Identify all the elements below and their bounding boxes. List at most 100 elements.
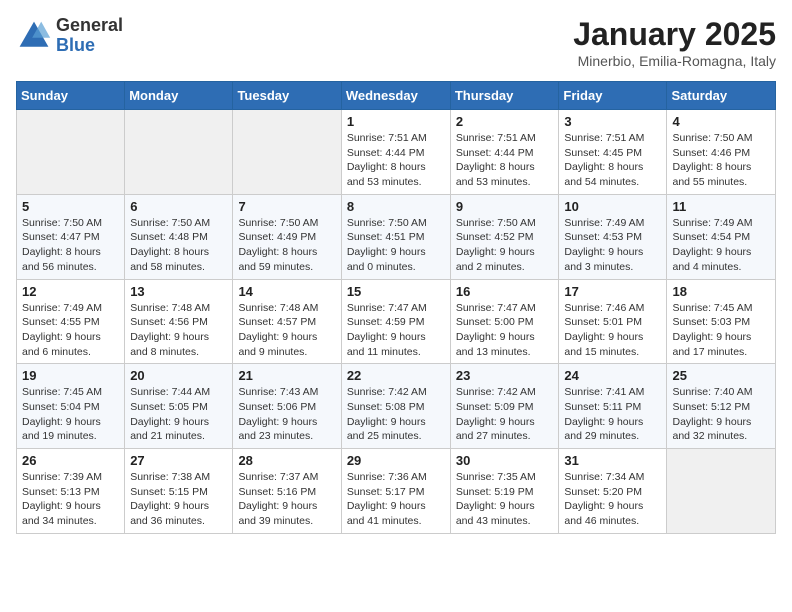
day-number: 17: [564, 284, 661, 299]
calendar-cell: [233, 110, 341, 195]
day-info: Sunrise: 7:51 AM Sunset: 4:44 PM Dayligh…: [456, 131, 554, 190]
calendar-cell: 10Sunrise: 7:49 AM Sunset: 4:53 PM Dayli…: [559, 194, 667, 279]
day-info: Sunrise: 7:40 AM Sunset: 5:12 PM Dayligh…: [672, 385, 770, 444]
calendar-title: January 2025: [573, 16, 776, 53]
day-number: 23: [456, 368, 554, 383]
calendar-cell: 27Sunrise: 7:38 AM Sunset: 5:15 PM Dayli…: [125, 449, 233, 534]
day-info: Sunrise: 7:45 AM Sunset: 5:04 PM Dayligh…: [22, 385, 119, 444]
calendar-cell: 20 Sunrise: 7:44 AM Sunset: 5:05 PM Dayli…: [125, 364, 233, 449]
day-number: 13: [130, 284, 227, 299]
calendar-week-row: 5 Sunrise: 7:50 AM Sunset: 4:47 PM Daylig…: [17, 194, 776, 279]
day-number: 5: [22, 199, 119, 214]
title-block: January 2025 Minerbio, Emilia-Romagna, I…: [573, 16, 776, 69]
weekday-header: Saturday: [667, 82, 776, 110]
day-number: 31: [564, 453, 661, 468]
weekday-header: Thursday: [450, 82, 559, 110]
calendar-table: SundayMondayTuesdayWednesdayThursdayFrid…: [16, 81, 776, 534]
calendar-cell: 31 Sunrise: 7:34 AM Sunset: 5:20 PM Dayli…: [559, 449, 667, 534]
day-number: 18: [672, 284, 770, 299]
weekday-header: Wednesday: [341, 82, 450, 110]
calendar-cell: 29 Sunrise: 7:36 AM Sunset: 5:17 PM Dayli…: [341, 449, 450, 534]
calendar-cell: 18 Sunrise: 7:45 AM Sunset: 5:03 PM Dayli…: [667, 279, 776, 364]
day-number: 1: [347, 114, 445, 129]
calendar-cell: 12 Sunrise: 7:49 AM Sunset: 4:55 PM Dayli…: [17, 279, 125, 364]
day-info: Sunrise: 7:44 AM Sunset: 5:05 PM Dayligh…: [130, 385, 227, 444]
day-number: 14: [238, 284, 335, 299]
day-number: 8: [347, 199, 445, 214]
day-info: Sunrise: 7:50 AM Sunset: 4:51 PM Dayligh…: [347, 216, 445, 275]
day-number: 29: [347, 453, 445, 468]
day-info: Sunrise: 7:45 AM Sunset: 5:03 PM Dayligh…: [672, 301, 770, 360]
logo-text: General Blue: [56, 16, 123, 56]
logo: General Blue: [16, 16, 123, 56]
calendar-cell: 26Sunrise: 7:39 AM Sunset: 5:13 PM Dayli…: [17, 449, 125, 534]
calendar-cell: 14Sunrise: 7:48 AM Sunset: 4:57 PM Dayli…: [233, 279, 341, 364]
calendar-week-row: 26Sunrise: 7:39 AM Sunset: 5:13 PM Dayli…: [17, 449, 776, 534]
calendar-cell: 5 Sunrise: 7:50 AM Sunset: 4:47 PM Daylig…: [17, 194, 125, 279]
day-number: 24: [564, 368, 661, 383]
weekday-header: Monday: [125, 82, 233, 110]
calendar-cell: 30 Sunrise: 7:35 AM Sunset: 5:19 PM Dayli…: [450, 449, 559, 534]
day-info: Sunrise: 7:47 AM Sunset: 5:00 PM Dayligh…: [456, 301, 554, 360]
calendar-subtitle: Minerbio, Emilia-Romagna, Italy: [573, 53, 776, 69]
calendar-cell: 8 Sunrise: 7:50 AM Sunset: 4:51 PM Daylig…: [341, 194, 450, 279]
logo-general-text: General: [56, 16, 123, 36]
calendar-cell: 28Sunrise: 7:37 AM Sunset: 5:16 PM Dayli…: [233, 449, 341, 534]
calendar-cell: [667, 449, 776, 534]
day-info: Sunrise: 7:51 AM Sunset: 4:44 PM Dayligh…: [347, 131, 445, 190]
calendar-cell: 17 Sunrise: 7:46 AM Sunset: 5:01 PM Dayli…: [559, 279, 667, 364]
page-header: General Blue January 2025 Minerbio, Emil…: [16, 16, 776, 69]
day-info: Sunrise: 7:43 AM Sunset: 5:06 PM Dayligh…: [238, 385, 335, 444]
day-info: Sunrise: 7:34 AM Sunset: 5:20 PM Dayligh…: [564, 470, 661, 529]
day-info: Sunrise: 7:50 AM Sunset: 4:47 PM Dayligh…: [22, 216, 119, 275]
calendar-cell: [17, 110, 125, 195]
day-number: 25: [672, 368, 770, 383]
day-info: Sunrise: 7:49 AM Sunset: 4:55 PM Dayligh…: [22, 301, 119, 360]
day-info: Sunrise: 7:36 AM Sunset: 5:17 PM Dayligh…: [347, 470, 445, 529]
calendar-week-row: 19Sunrise: 7:45 AM Sunset: 5:04 PM Dayli…: [17, 364, 776, 449]
day-info: Sunrise: 7:37 AM Sunset: 5:16 PM Dayligh…: [238, 470, 335, 529]
day-info: Sunrise: 7:48 AM Sunset: 4:56 PM Dayligh…: [130, 301, 227, 360]
day-number: 9: [456, 199, 554, 214]
calendar-cell: 21 Sunrise: 7:43 AM Sunset: 5:06 PM Dayli…: [233, 364, 341, 449]
day-info: Sunrise: 7:42 AM Sunset: 5:08 PM Dayligh…: [347, 385, 445, 444]
day-info: Sunrise: 7:50 AM Sunset: 4:52 PM Dayligh…: [456, 216, 554, 275]
calendar-cell: [125, 110, 233, 195]
day-number: 30: [456, 453, 554, 468]
logo-icon: [16, 18, 52, 54]
calendar-cell: 7 Sunrise: 7:50 AM Sunset: 4:49 PM Daylig…: [233, 194, 341, 279]
day-number: 20: [130, 368, 227, 383]
calendar-cell: 9 Sunrise: 7:50 AM Sunset: 4:52 PM Daylig…: [450, 194, 559, 279]
day-info: Sunrise: 7:47 AM Sunset: 4:59 PM Dayligh…: [347, 301, 445, 360]
calendar-cell: 4Sunrise: 7:50 AM Sunset: 4:46 PM Daylig…: [667, 110, 776, 195]
day-number: 4: [672, 114, 770, 129]
calendar-week-row: 1 Sunrise: 7:51 AM Sunset: 4:44 PM Daylig…: [17, 110, 776, 195]
day-info: Sunrise: 7:35 AM Sunset: 5:19 PM Dayligh…: [456, 470, 554, 529]
day-info: Sunrise: 7:50 AM Sunset: 4:49 PM Dayligh…: [238, 216, 335, 275]
day-number: 7: [238, 199, 335, 214]
day-number: 3: [564, 114, 661, 129]
weekday-header-row: SundayMondayTuesdayWednesdayThursdayFrid…: [17, 82, 776, 110]
day-info: Sunrise: 7:49 AM Sunset: 4:54 PM Dayligh…: [672, 216, 770, 275]
day-info: Sunrise: 7:46 AM Sunset: 5:01 PM Dayligh…: [564, 301, 661, 360]
calendar-cell: 11Sunrise: 7:49 AM Sunset: 4:54 PM Dayli…: [667, 194, 776, 279]
day-number: 21: [238, 368, 335, 383]
calendar-cell: 16Sunrise: 7:47 AM Sunset: 5:00 PM Dayli…: [450, 279, 559, 364]
day-number: 2: [456, 114, 554, 129]
calendar-cell: 6Sunrise: 7:50 AM Sunset: 4:48 PM Daylig…: [125, 194, 233, 279]
calendar-week-row: 12 Sunrise: 7:49 AM Sunset: 4:55 PM Dayli…: [17, 279, 776, 364]
day-number: 12: [22, 284, 119, 299]
calendar-cell: 15 Sunrise: 7:47 AM Sunset: 4:59 PM Dayli…: [341, 279, 450, 364]
day-info: Sunrise: 7:51 AM Sunset: 4:45 PM Dayligh…: [564, 131, 661, 190]
calendar-cell: 1 Sunrise: 7:51 AM Sunset: 4:44 PM Daylig…: [341, 110, 450, 195]
day-number: 15: [347, 284, 445, 299]
logo-blue-text: Blue: [56, 36, 123, 56]
calendar-cell: 23Sunrise: 7:42 AM Sunset: 5:09 PM Dayli…: [450, 364, 559, 449]
calendar-cell: 22Sunrise: 7:42 AM Sunset: 5:08 PM Dayli…: [341, 364, 450, 449]
calendar-cell: 13 Sunrise: 7:48 AM Sunset: 4:56 PM Dayli…: [125, 279, 233, 364]
day-info: Sunrise: 7:38 AM Sunset: 5:15 PM Dayligh…: [130, 470, 227, 529]
day-number: 6: [130, 199, 227, 214]
weekday-header: Sunday: [17, 82, 125, 110]
day-number: 10: [564, 199, 661, 214]
calendar-cell: 3 Sunrise: 7:51 AM Sunset: 4:45 PM Daylig…: [559, 110, 667, 195]
